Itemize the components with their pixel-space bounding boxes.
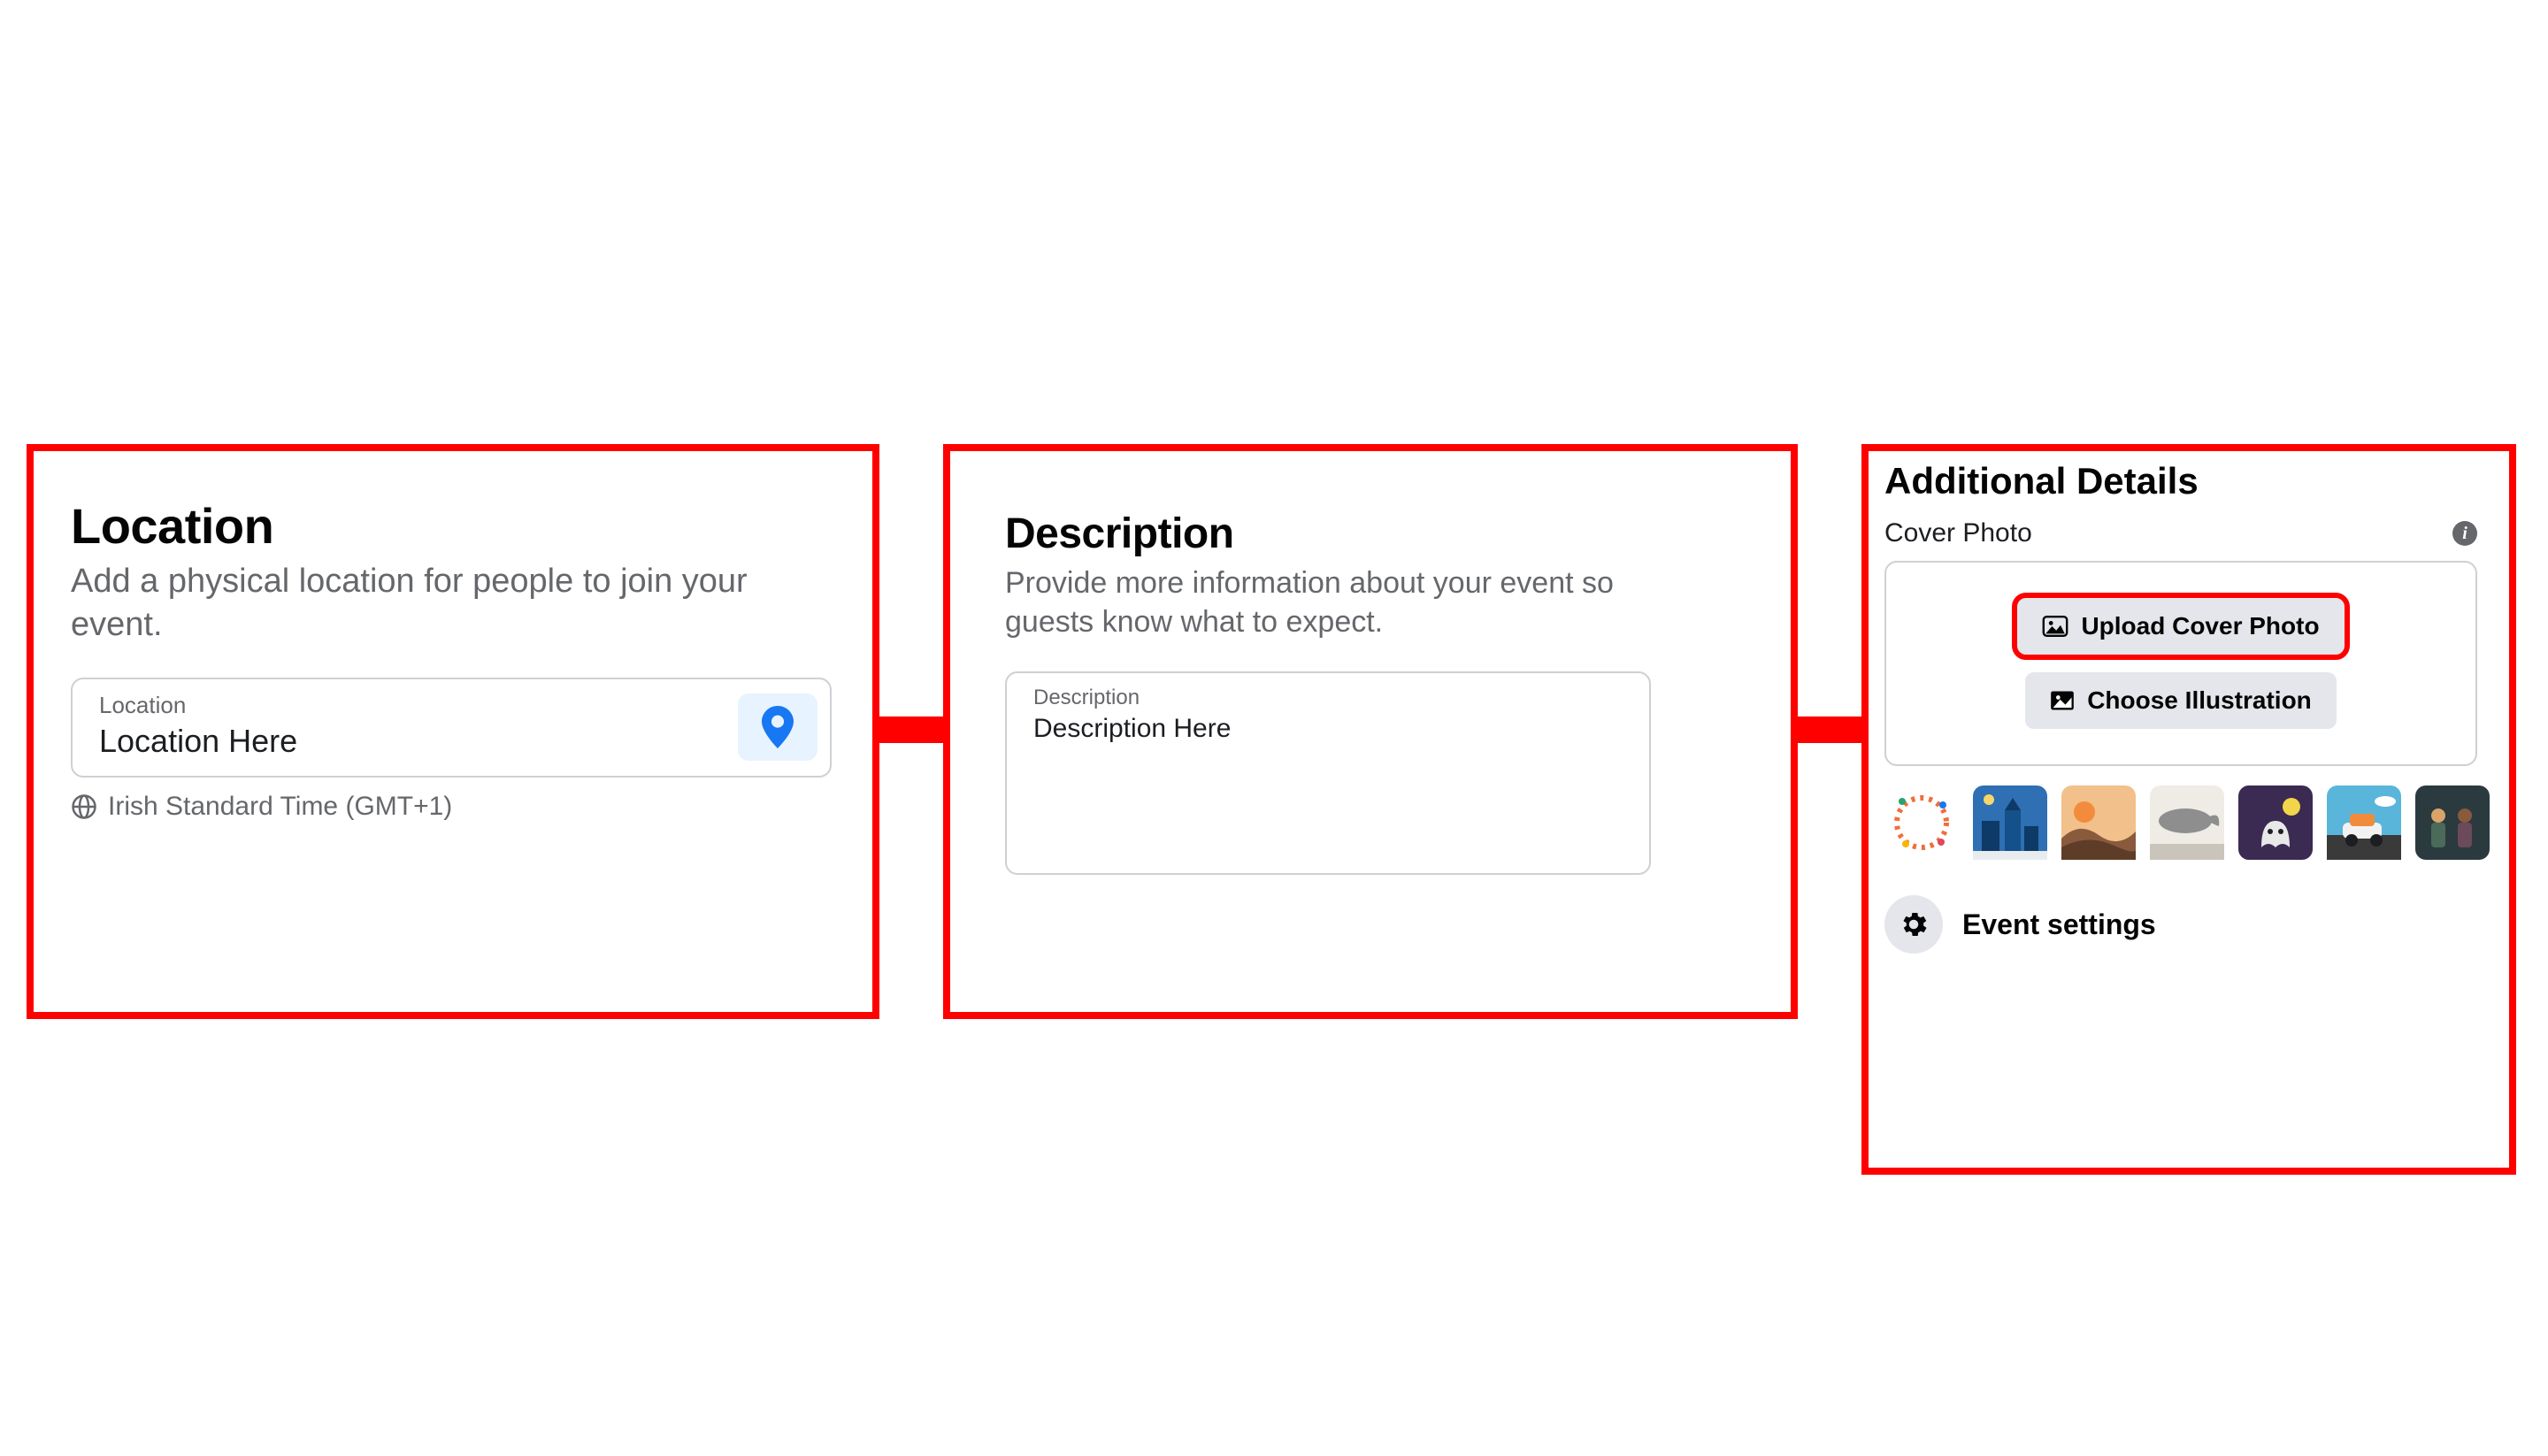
cover-photo-box: Upload Cover Photo Choose Illustration — [1884, 561, 2477, 766]
additional-panel: Additional Details Cover Photo i Upload … — [1884, 460, 2477, 954]
location-field[interactable]: Location Location Here — [71, 678, 832, 778]
illustration-thumb[interactable] — [2327, 785, 2401, 860]
description-field[interactable]: Description Description Here — [1005, 671, 1651, 875]
timezone-label: Irish Standard Time (GMT+1) — [108, 792, 452, 822]
choose-illustration-button[interactable]: Choose Illustration — [2025, 672, 2337, 729]
event-settings-label: Event settings — [1962, 908, 2156, 941]
timezone-row: Irish Standard Time (GMT+1) — [71, 792, 832, 822]
illustration-thumb[interactable] — [2415, 785, 2490, 860]
illustration-thumb[interactable] — [2150, 785, 2224, 860]
gear-icon — [1898, 908, 1930, 940]
globe-icon — [71, 793, 97, 820]
location-pin-button[interactable] — [738, 694, 817, 761]
info-icon[interactable]: i — [2452, 521, 2477, 546]
description-subtitle: Provide more information about your even… — [1005, 563, 1651, 641]
cover-photo-label: Cover Photo — [1884, 518, 2032, 548]
location-pin-icon — [761, 706, 794, 748]
location-field-value: Location Here — [73, 719, 830, 776]
image-upload-icon — [2042, 616, 2068, 637]
choose-illustration-label: Choose Illustration — [2087, 686, 2312, 715]
location-field-label: Location — [73, 679, 830, 719]
illustration-thumb[interactable] — [2061, 785, 2136, 860]
description-title: Description — [1005, 510, 1651, 558]
description-panel: Description Provide more information abo… — [1005, 510, 1651, 875]
location-title: Location — [71, 497, 832, 555]
illustration-thumb[interactable] — [2238, 785, 2313, 860]
location-subtitle: Add a physical location for people to jo… — [71, 560, 832, 648]
additional-title: Additional Details — [1884, 460, 2477, 502]
event-settings-row[interactable]: Event settings — [1884, 895, 2477, 954]
illustration-thumbnails — [1884, 785, 2477, 860]
cover-photo-header: Cover Photo i — [1884, 518, 2477, 548]
connector-2 — [1798, 717, 1861, 743]
location-panel: Location Add a physical location for peo… — [71, 497, 832, 822]
description-field-value: Description Here — [1007, 710, 1649, 760]
gear-icon-circle — [1884, 895, 1943, 954]
illustration-icon — [2050, 690, 2075, 711]
illustration-thumb[interactable] — [1973, 785, 2047, 860]
illustration-thumb[interactable] — [1884, 785, 1959, 860]
connector-1 — [879, 717, 943, 743]
upload-cover-photo-button[interactable]: Upload Cover Photo — [2017, 598, 2344, 655]
upload-cover-photo-label: Upload Cover Photo — [2081, 612, 2319, 640]
description-field-label: Description — [1007, 673, 1649, 710]
